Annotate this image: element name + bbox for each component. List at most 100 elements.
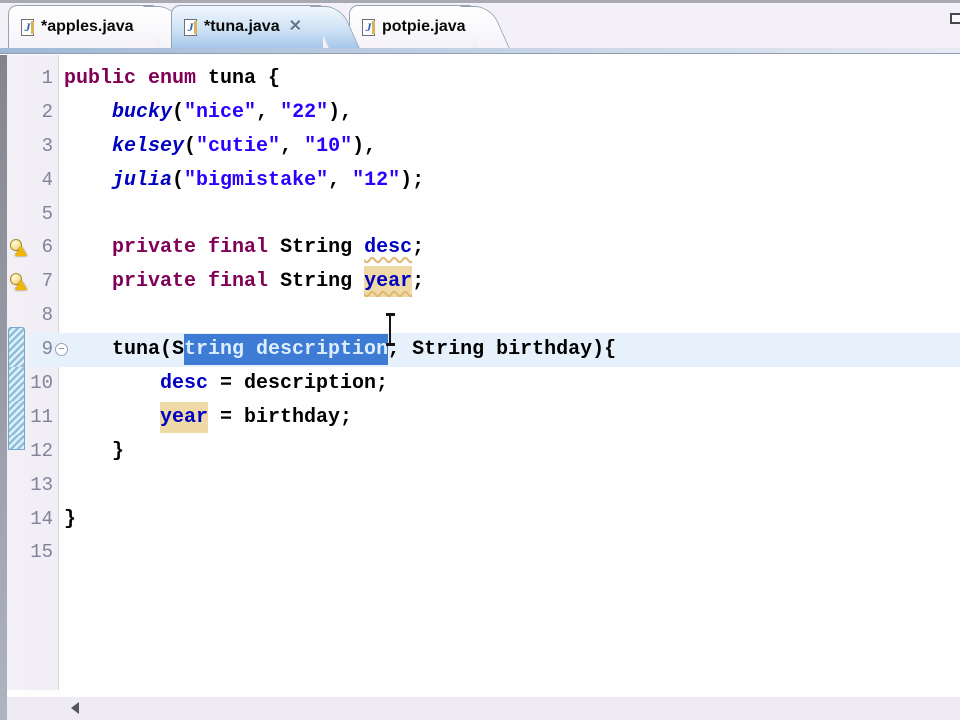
code-line[interactable]: kelsey("cutie", "10"), <box>59 130 960 164</box>
tab-label: *apples.java <box>41 18 134 35</box>
maximize-icon[interactable] <box>950 13 960 24</box>
scroll-left-arrow-icon[interactable] <box>71 702 79 714</box>
code-line[interactable] <box>59 299 960 333</box>
annotation-ruler-cell[interactable] <box>7 400 29 435</box>
tab-bar-bottom-strip <box>0 48 960 54</box>
code-line[interactable]: } <box>59 435 960 469</box>
range-indicator <box>8 327 25 368</box>
code-line[interactable]: } <box>59 503 960 537</box>
code-segment: tuna { <box>196 67 281 90</box>
line-number[interactable]: 8 <box>29 299 59 333</box>
code-line[interactable]: − tuna(String description, String birthd… <box>55 333 960 368</box>
code-segment: public <box>64 67 137 90</box>
line-number[interactable]: 4 <box>29 164 59 198</box>
java-file-icon: J <box>21 18 34 36</box>
line-number[interactable]: 15 <box>29 536 59 570</box>
warning-icon[interactable] <box>10 239 26 256</box>
line-number[interactable]: 7 <box>29 265 59 299</box>
annotation-ruler-cell[interactable] <box>7 327 29 368</box>
code-line[interactable]: julia("bigmistake", "12"); <box>59 164 960 198</box>
code-line[interactable]: public enum tuna { <box>59 62 960 96</box>
annotation-ruler-cell[interactable] <box>7 164 29 198</box>
line-number[interactable]: 2 <box>29 96 59 130</box>
code-segment: private <box>112 270 197 294</box>
code-segment: ), <box>352 134 377 158</box>
close-icon[interactable]: ✕ <box>289 19 302 35</box>
annotation-ruler-cell[interactable] <box>7 469 29 503</box>
code-segment: year <box>160 401 209 433</box>
code-segment: ; <box>412 270 425 294</box>
code-segment: ; <box>412 236 425 260</box>
code-line[interactable]: private final String year; <box>59 265 960 299</box>
tab-potpie-java[interactable]: J potpie.java <box>349 5 473 48</box>
code-segment: "10" <box>304 134 353 158</box>
line-number[interactable]: 3 <box>29 130 59 164</box>
code-segment: "nice" <box>184 100 257 124</box>
annotation-ruler-cell[interactable] <box>7 130 29 164</box>
annotation-ruler-cell[interactable] <box>7 503 29 537</box>
code-segment: } <box>64 439 125 463</box>
code-segment: String <box>268 236 365 260</box>
code-line[interactable]: desc = description; <box>59 367 960 401</box>
code-line[interactable] <box>59 198 960 232</box>
tab-tuna-java[interactable]: J *tuna.java ✕ <box>171 5 323 48</box>
code-line[interactable]: private final String desc; <box>59 231 960 265</box>
line-number[interactable]: 14 <box>29 503 59 537</box>
code-segment: desc <box>160 372 209 396</box>
range-indicator <box>8 434 25 450</box>
code-line[interactable]: year = birthday; <box>59 401 960 435</box>
window-left-edge <box>0 55 7 720</box>
line-number[interactable]: 11 <box>29 401 59 435</box>
code-segment: desc <box>364 236 413 260</box>
code-segment: = birthday; <box>208 405 353 429</box>
code-segment: , <box>280 134 305 158</box>
line-number[interactable]: 1 <box>29 62 59 96</box>
annotation-ruler-cell[interactable] <box>7 265 29 299</box>
selected-text: tring description <box>184 334 389 366</box>
code-line[interactable]: bucky("nice", "22"), <box>59 96 960 130</box>
code-segment: "22" <box>280 100 329 124</box>
range-indicator <box>8 400 25 435</box>
line-number[interactable]: 10 <box>29 367 59 401</box>
code-segment: julia <box>112 168 173 192</box>
horizontal-scrollbar[interactable] <box>7 697 960 720</box>
warning-icon[interactable] <box>10 273 26 290</box>
code-segment: , String birthday){ <box>388 338 617 362</box>
line-number[interactable]: 6 <box>29 231 59 265</box>
code-segment: year <box>364 266 413 298</box>
code-line[interactable] <box>59 536 960 570</box>
code-segment: String <box>268 270 365 294</box>
annotation-ruler-cell[interactable] <box>7 434 29 469</box>
code-segment: kelsey <box>112 134 185 158</box>
annotation-ruler-cell[interactable] <box>7 536 29 570</box>
code-segment: final <box>208 270 269 294</box>
line-number[interactable]: 13 <box>29 469 59 503</box>
tab-apples-java[interactable]: J *apples.java <box>8 5 156 48</box>
tab-label: *tuna.java <box>204 18 280 35</box>
annotation-ruler-cell[interactable] <box>7 96 29 130</box>
line-number[interactable]: 5 <box>29 198 59 232</box>
code-segment: ( <box>184 134 197 158</box>
annotation-ruler-cell[interactable] <box>7 198 29 232</box>
annotation-ruler-cell[interactable] <box>7 231 29 265</box>
code-segment: "cutie" <box>196 134 281 158</box>
code-segment: private <box>112 236 197 260</box>
annotation-ruler-cell[interactable] <box>7 62 29 96</box>
code-segment: "12" <box>352 168 401 192</box>
code-editor: 1 public enum tuna {2 bucky("nice", "22")… <box>7 55 960 697</box>
code-segment: ), <box>328 100 353 124</box>
tab-label: potpie.java <box>382 18 466 35</box>
editor-grid: 1 public enum tuna {2 bucky("nice", "22")… <box>7 55 960 697</box>
line-number[interactable]: 12 <box>29 435 59 469</box>
annotation-ruler-cell[interactable] <box>7 367 29 401</box>
code-line[interactable] <box>59 469 960 503</box>
java-file-icon: J <box>184 18 197 36</box>
code-segment: ( <box>172 168 185 192</box>
